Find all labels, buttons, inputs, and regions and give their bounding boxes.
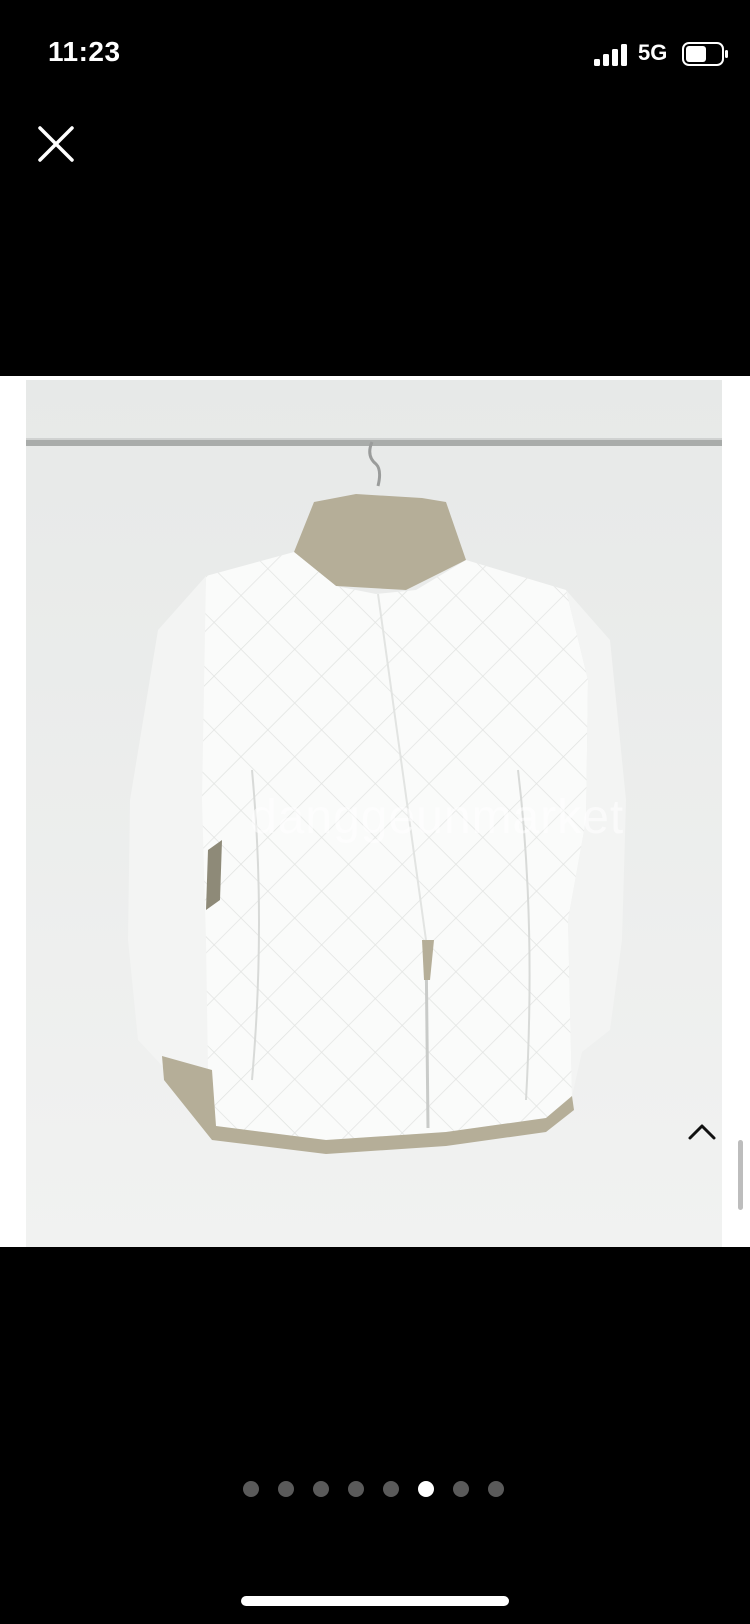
status-time: 11:23 xyxy=(48,36,121,67)
page-dot-1[interactable] xyxy=(243,1481,259,1497)
close-icon[interactable] xyxy=(32,120,80,168)
status-bar: 11:23 5G xyxy=(0,0,750,100)
page-dot-2[interactable] xyxy=(278,1481,294,1497)
home-indicator[interactable] xyxy=(241,1596,509,1606)
cellular-signal-icon xyxy=(594,44,627,66)
network-type: 5G xyxy=(638,40,668,65)
watermark-text: danggeunmarket xyxy=(250,791,625,844)
scroll-indicator[interactable] xyxy=(738,1140,743,1210)
page-dot-3[interactable] xyxy=(313,1481,329,1497)
page-indicator xyxy=(243,1481,504,1497)
page-dot-4[interactable] xyxy=(348,1481,364,1497)
chevron-up-icon[interactable] xyxy=(686,1120,718,1142)
page-dot-7[interactable] xyxy=(453,1481,469,1497)
page-dot-8[interactable] xyxy=(488,1481,504,1497)
page-dot-6[interactable] xyxy=(418,1481,434,1497)
battery-icon xyxy=(682,42,728,66)
page-dot-5[interactable] xyxy=(383,1481,399,1497)
